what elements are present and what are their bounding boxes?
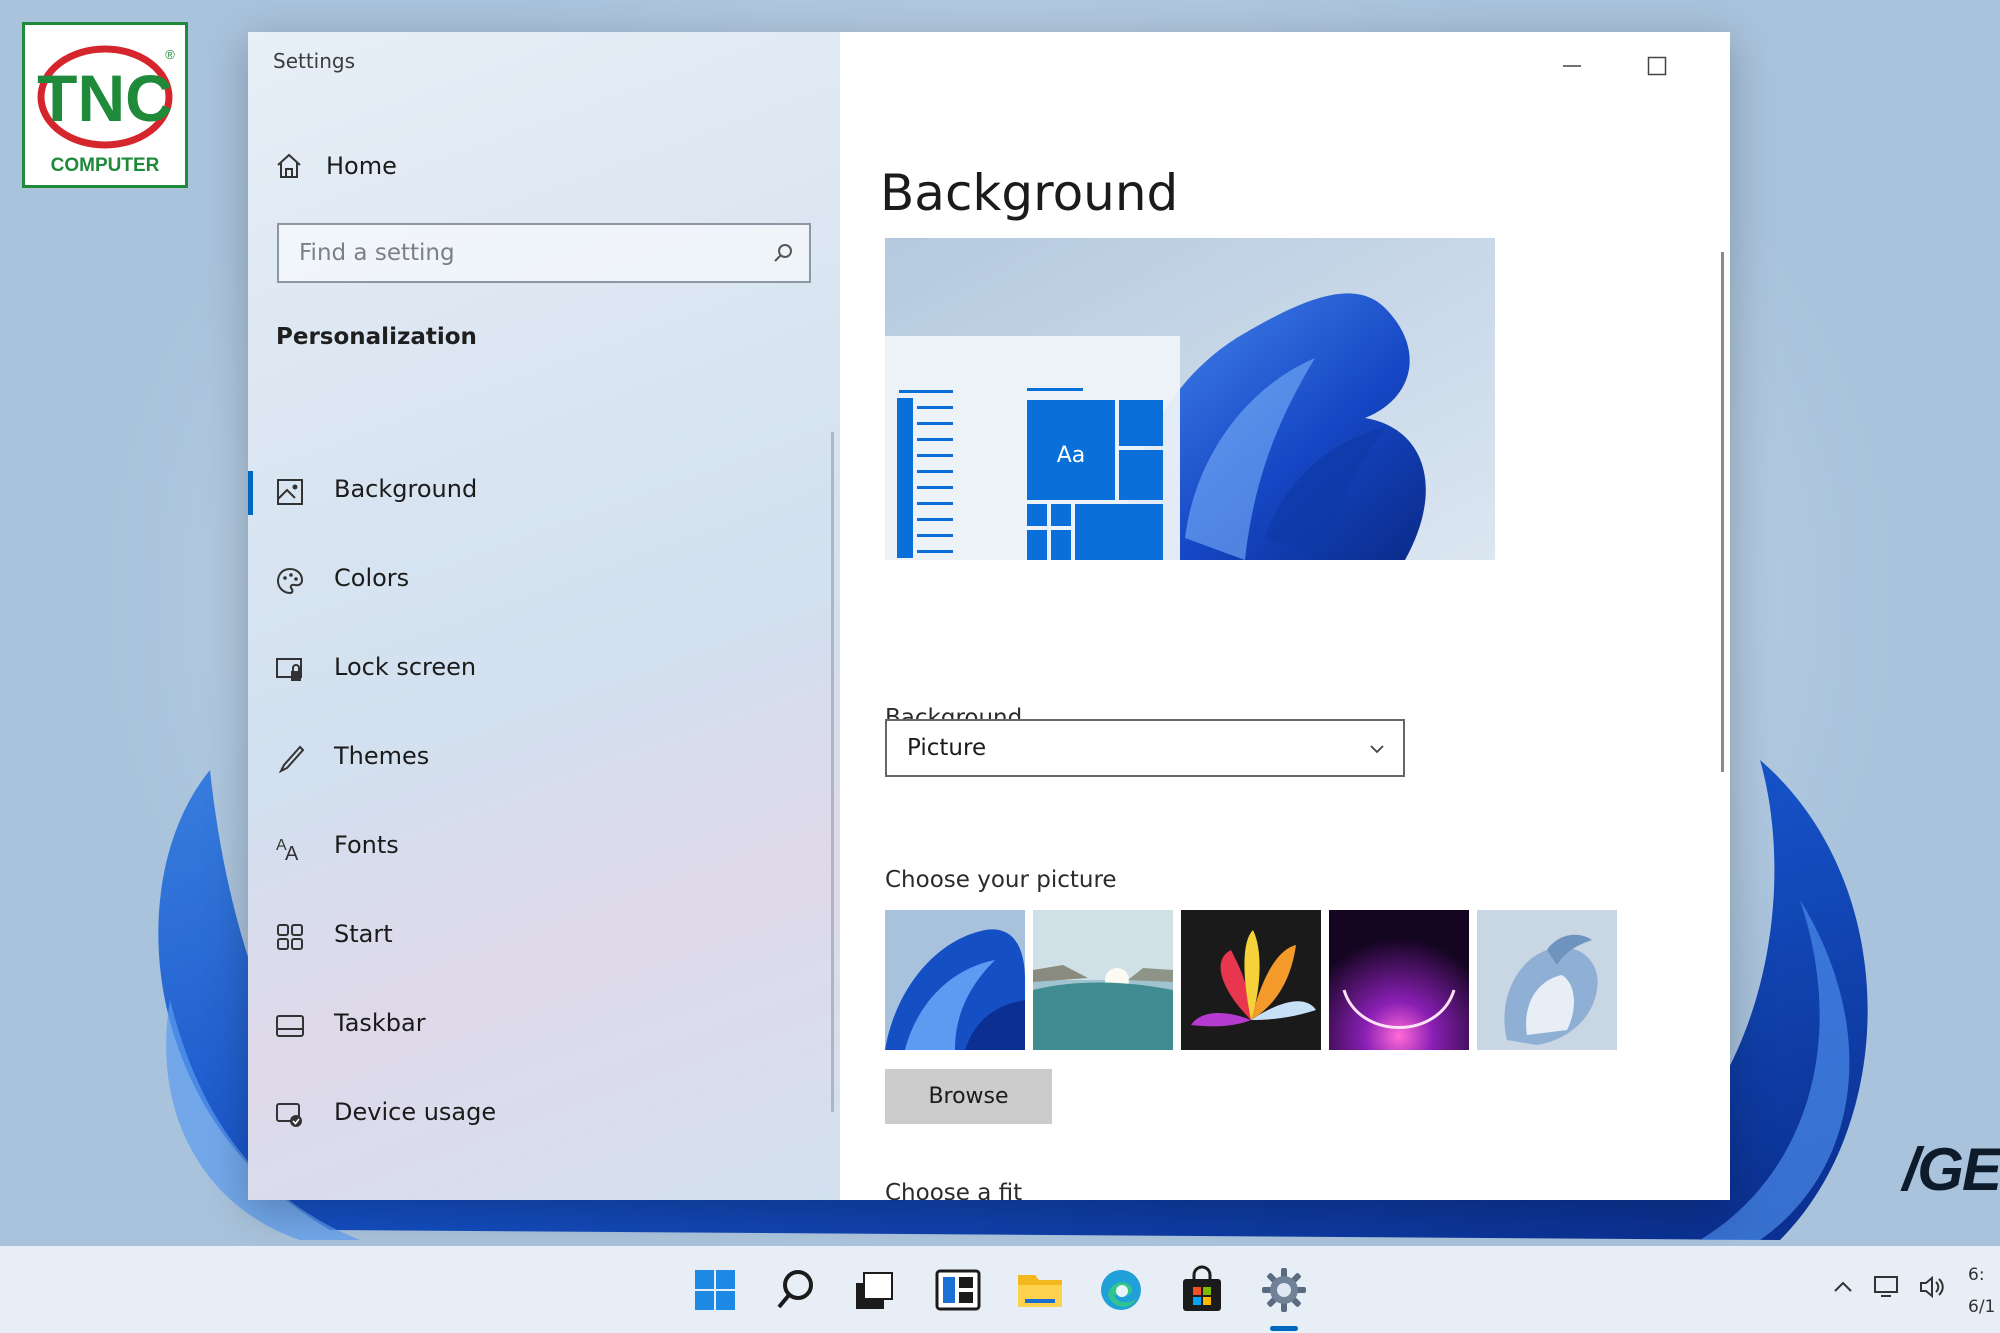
logo-text-top: TNC [37, 61, 173, 135]
svg-text:A: A [285, 843, 299, 863]
sidebar-item-colors[interactable]: Colors [248, 536, 840, 625]
choose-picture-label: Choose your picture [885, 867, 1117, 893]
logo-text-bottom: COMPUTER [51, 155, 160, 176]
active-indicator [248, 471, 253, 515]
store-icon[interactable] [1177, 1265, 1227, 1315]
sidebar-item-label: Themes [334, 742, 430, 770]
maximize-icon [1647, 56, 1667, 76]
sidebar-item-device-usage[interactable]: Device usage [248, 1070, 840, 1159]
preview-tile-text: Aa [1057, 443, 1086, 468]
nav-list: Background Colors Lock screen Themes A A… [248, 447, 840, 1159]
edge-icon[interactable] [1096, 1265, 1146, 1315]
sidebar-item-label: Colors [334, 564, 410, 592]
start-grid-icon [277, 924, 303, 950]
picture-thumbnails [885, 910, 1617, 1050]
chevron-up-icon[interactable] [1830, 1274, 1856, 1300]
background-dropdown-value: Picture [907, 735, 987, 761]
search-icon[interactable] [771, 242, 795, 266]
clock[interactable]: 6: 6/1 [1968, 1259, 1995, 1323]
brush-icon [278, 745, 305, 774]
sidebar-item-lock-screen[interactable]: Lock screen [248, 625, 840, 714]
picture-thumbnail-paper-bloom[interactable] [1477, 910, 1617, 1050]
sidebar-item-fonts[interactable]: A A Fonts [248, 803, 840, 892]
svg-text:®: ® [165, 47, 175, 62]
system-tray [1830, 1274, 1948, 1300]
taskbar-icon [276, 1015, 304, 1037]
search-icon[interactable] [771, 1265, 821, 1315]
picture-thumbnail-lake[interactable] [1033, 910, 1173, 1050]
sidebar-scrollbar[interactable] [831, 432, 834, 1112]
picture-thumbnail-flower[interactable] [1181, 910, 1321, 1050]
font-icon: A A [276, 837, 299, 863]
home-nav-item[interactable]: Home [274, 144, 397, 188]
content-pane: Background Aa Background Picture Choose … [840, 32, 1730, 1200]
sidebar: Settings Home Personalization [248, 32, 840, 1200]
background-preview: Aa [885, 238, 1495, 560]
page-title: Background [880, 163, 1179, 222]
active-app-indicator [1270, 1326, 1298, 1331]
network-icon[interactable] [1872, 1274, 1902, 1300]
palette-icon [276, 567, 304, 595]
home-label: Home [326, 152, 397, 180]
lock-screen-icon [276, 658, 302, 681]
minimize-icon [1563, 65, 1581, 67]
search-input[interactable] [279, 239, 741, 267]
close-button[interactable] [1712, 46, 1730, 86]
widgets-icon[interactable] [933, 1265, 983, 1315]
sidebar-item-background[interactable]: Background [248, 447, 840, 536]
sidebar-item-label: Taskbar [334, 1009, 426, 1037]
background-dropdown[interactable]: Picture [885, 719, 1405, 777]
minimize-button[interactable] [1542, 46, 1602, 86]
tnc-logo: TNC COMPUTER ® [22, 22, 188, 188]
sidebar-item-label: Background [334, 475, 478, 503]
picture-thumbnail-glow[interactable] [1329, 910, 1469, 1050]
sidebar-item-themes[interactable]: Themes [248, 714, 840, 803]
windows-start-icon[interactable] [690, 1265, 740, 1315]
sidebar-item-label: Start [334, 920, 393, 948]
sidebar-item-taskbar[interactable]: Taskbar [248, 981, 840, 1070]
file-explorer-icon[interactable] [1015, 1265, 1065, 1315]
chevron-down-icon [1370, 745, 1384, 754]
picture-thumbnail-bloom[interactable] [885, 910, 1025, 1050]
settings-icon[interactable] [1259, 1265, 1309, 1315]
window-title: Settings [273, 49, 356, 73]
sidebar-item-start[interactable]: Start [248, 892, 840, 981]
search-box[interactable] [277, 223, 811, 283]
choose-fit-label: Choose a fit [885, 1180, 1023, 1200]
clock-time: 6: [1968, 1265, 1985, 1285]
maximize-button[interactable] [1627, 46, 1687, 86]
device-usage-icon [276, 1103, 302, 1127]
taskbar: 6: 6/1 [0, 1246, 2000, 1333]
sidebar-item-label: Lock screen [334, 653, 477, 681]
clock-date: 6/1 [1968, 1297, 1996, 1317]
picture-icon [277, 479, 303, 505]
volume-icon[interactable] [1918, 1274, 1948, 1300]
home-icon [277, 153, 301, 178]
sidebar-item-label: Fonts [334, 831, 399, 859]
section-heading: Personalization [276, 324, 477, 350]
task-view-icon[interactable] [850, 1265, 900, 1315]
watermark-text: /GE [1902, 1136, 2000, 1203]
content-scrollbar[interactable] [1721, 252, 1724, 772]
settings-window: Settings Home Personalization [248, 32, 1730, 1200]
sidebar-item-label: Device usage [334, 1098, 497, 1126]
browse-button[interactable]: Browse [885, 1069, 1052, 1124]
